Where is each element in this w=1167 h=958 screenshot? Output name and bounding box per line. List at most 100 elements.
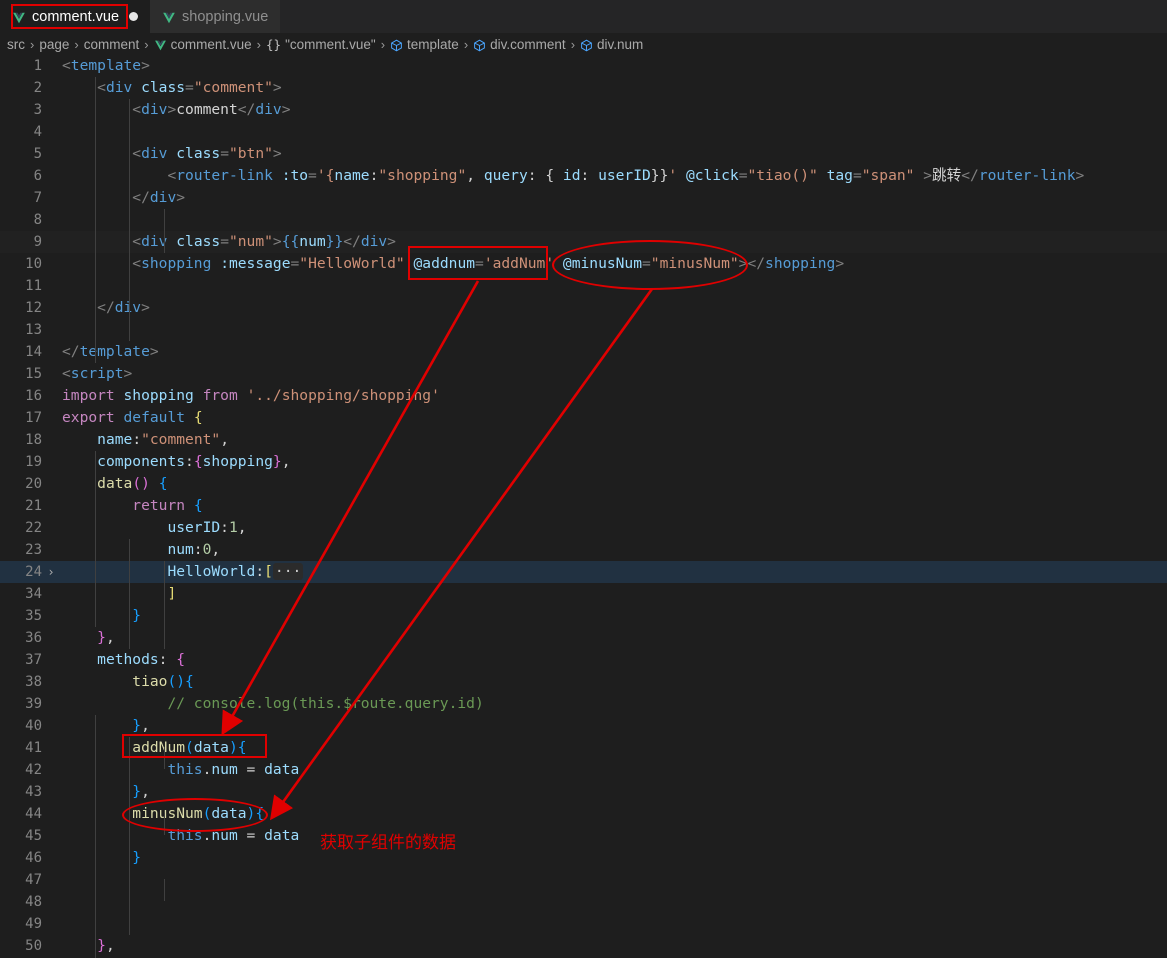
breadcrumb-item-comment-vue[interactable]: comment.vue <box>151 37 255 52</box>
code-line[interactable]: 46 } <box>0 847 1167 869</box>
code-line[interactable]: 2 <div class="comment"> <box>0 77 1167 99</box>
fold-gutter[interactable] <box>42 649 60 671</box>
code-line[interactable]: 36 }, <box>0 627 1167 649</box>
fold-gutter[interactable] <box>42 825 60 847</box>
fold-gutter[interactable] <box>42 407 60 429</box>
code-line[interactable]: 3 <div>comment</div> <box>0 99 1167 121</box>
code-line[interactable]: 48 <box>0 891 1167 913</box>
code-line[interactable]: 45 this.num = data <box>0 825 1167 847</box>
code-line[interactable]: 9 <div class="num">{{num}}</div> <box>0 231 1167 253</box>
code-line[interactable]: 35 } <box>0 605 1167 627</box>
fold-gutter[interactable] <box>42 869 60 891</box>
line-number: 17 <box>25 410 42 426</box>
fold-gutter[interactable] <box>42 275 60 297</box>
code-line[interactable]: 21 return { <box>0 495 1167 517</box>
breadcrumb-item-src[interactable]: src <box>4 37 28 52</box>
fold-gutter[interactable] <box>42 121 60 143</box>
fold-gutter[interactable] <box>42 495 60 517</box>
fold-gutter[interactable] <box>42 231 60 253</box>
breadcrumb-item-comment[interactable]: comment <box>81 37 143 52</box>
fold-gutter[interactable] <box>42 913 60 935</box>
code-line[interactable]: 23 num:0, <box>0 539 1167 561</box>
fold-gutter[interactable] <box>42 143 60 165</box>
fold-gutter[interactable] <box>42 759 60 781</box>
fold-gutter[interactable] <box>42 605 60 627</box>
breadcrumb-item-div-num[interactable]: div.num <box>577 37 646 52</box>
breadcrumb-item-page[interactable]: page <box>36 37 72 52</box>
fold-gutter[interactable] <box>42 209 60 231</box>
code-line[interactable]: 43 }, <box>0 781 1167 803</box>
code-line[interactable]: 39 // console.log(this.$route.query.id) <box>0 693 1167 715</box>
code-line[interactable]: 10 <shopping :message="HelloWorld" @addn… <box>0 253 1167 275</box>
fold-gutter[interactable] <box>42 385 60 407</box>
code-line[interactable]: 16 import shopping from '../shopping/sho… <box>0 385 1167 407</box>
fold-gutter[interactable] <box>42 55 60 77</box>
code-line[interactable]: 1 <template> <box>0 55 1167 77</box>
code-line[interactable]: 8 <box>0 209 1167 231</box>
line-number: 37 <box>25 652 42 668</box>
code-line[interactable]: 19 components:{shopping}, <box>0 451 1167 473</box>
fold-gutter[interactable] <box>42 77 60 99</box>
fold-gutter[interactable] <box>42 671 60 693</box>
fold-gutter[interactable] <box>42 627 60 649</box>
code-line[interactable]: 42 this.num = data <box>0 759 1167 781</box>
fold-gutter[interactable] <box>42 715 60 737</box>
fold-gutter[interactable] <box>42 935 60 957</box>
code-line[interactable]: 20 data() { <box>0 473 1167 495</box>
code-text: data() { <box>97 475 168 492</box>
fold-gutter[interactable] <box>42 583 60 605</box>
code-line[interactable]: 50 }, <box>0 935 1167 957</box>
fold-gutter[interactable] <box>42 693 60 715</box>
fold-gutter[interactable] <box>42 891 60 913</box>
code-line[interactable]: 13 <box>0 319 1167 341</box>
fold-gutter[interactable] <box>42 737 60 759</box>
code-line[interactable]: 11 <box>0 275 1167 297</box>
folded-region-icon[interactable]: ··· <box>272 563 304 580</box>
breadcrumb-item-div-comment[interactable]: div.comment <box>470 37 569 52</box>
code-line[interactable]: 40 }, <box>0 715 1167 737</box>
code-line[interactable]: 17 export default { <box>0 407 1167 429</box>
code-line[interactable]: 12 </div> <box>0 297 1167 319</box>
code-line-active[interactable]: 24 › HelloWorld:[··· <box>0 561 1167 583</box>
code-line[interactable]: 38 tiao(){ <box>0 671 1167 693</box>
code-line[interactable]: 37 methods: { <box>0 649 1167 671</box>
fold-gutter[interactable] <box>42 539 60 561</box>
fold-gutter[interactable] <box>42 517 60 539</box>
code-editor[interactable]: 1 <template> 2 <div class="comment"> 3 <… <box>0 55 1167 958</box>
code-line[interactable]: 4 <box>0 121 1167 143</box>
fold-chevron-icon[interactable]: › <box>42 561 60 583</box>
fold-gutter[interactable] <box>42 451 60 473</box>
fold-gutter[interactable] <box>42 847 60 869</box>
fold-gutter[interactable] <box>42 319 60 341</box>
code-line[interactable]: 7 </div> <box>0 187 1167 209</box>
code-line[interactable]: 41 addNum(data){ <box>0 737 1167 759</box>
fold-gutter[interactable] <box>42 781 60 803</box>
breadcrumb-item-template[interactable]: template <box>387 37 462 52</box>
unsaved-indicator-icon[interactable] <box>129 12 139 21</box>
code-line[interactable]: 15 <script> <box>0 363 1167 385</box>
fold-gutter[interactable] <box>42 297 60 319</box>
code-line[interactable]: 22 userID:1, <box>0 517 1167 539</box>
indent-guide <box>95 77 96 363</box>
breadcrumb-item-comment-vue-symbol[interactable]: {} "comment.vue" <box>263 37 379 52</box>
code-line[interactable]: 34 ] <box>0 583 1167 605</box>
code-line[interactable]: 5 <div class="btn"> <box>0 143 1167 165</box>
code-line[interactable]: 6 <router-link :to='{name:"shopping", qu… <box>0 165 1167 187</box>
fold-gutter[interactable] <box>42 473 60 495</box>
code-line[interactable]: 44 minusNum(data){ <box>0 803 1167 825</box>
fold-gutter[interactable] <box>42 803 60 825</box>
fold-gutter[interactable] <box>42 187 60 209</box>
tab-shopping-vue[interactable]: shopping.vue <box>150 0 281 33</box>
tab-comment-vue[interactable]: comment.vue <box>0 0 151 33</box>
fold-gutter[interactable] <box>42 429 60 451</box>
fold-gutter[interactable] <box>42 341 60 363</box>
fold-gutter[interactable] <box>42 253 60 275</box>
line-number: 49 <box>25 916 42 932</box>
fold-gutter[interactable] <box>42 363 60 385</box>
fold-gutter[interactable] <box>42 165 60 187</box>
code-line[interactable]: 14 </template> <box>0 341 1167 363</box>
code-line[interactable]: 47 <box>0 869 1167 891</box>
code-line[interactable]: 49 <box>0 913 1167 935</box>
code-line[interactable]: 18 name:"comment", <box>0 429 1167 451</box>
fold-gutter[interactable] <box>42 99 60 121</box>
